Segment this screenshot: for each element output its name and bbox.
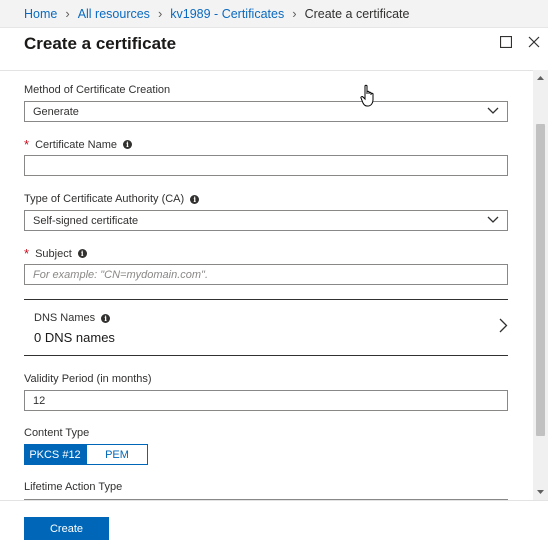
subject-label: * Subject i xyxy=(24,247,87,260)
validity-label: Validity Period (in months) xyxy=(24,373,152,385)
ca-type-dropdown[interactable]: Self-signed certificate xyxy=(24,210,508,231)
info-icon[interactable]: i xyxy=(101,313,111,323)
lifetime-action-label: Lifetime Action Type xyxy=(24,481,123,493)
blade-header: Create a certificate xyxy=(0,28,548,71)
validity-input[interactable]: 12 xyxy=(24,390,508,411)
blade-footer: Create xyxy=(0,500,548,557)
subject-input[interactable]: For example: "CN=mydomain.com". xyxy=(24,264,508,285)
dns-names-label: DNS Names i xyxy=(34,312,111,324)
divider xyxy=(24,355,508,356)
content-type-toggle: PKCS #12 PEM xyxy=(24,444,148,465)
breadcrumb-current: Create a certificate xyxy=(304,6,410,21)
maximize-icon[interactable] xyxy=(496,32,516,52)
content-type-pem[interactable]: PEM xyxy=(86,444,148,465)
scrollbar[interactable] xyxy=(533,70,548,500)
dns-names-count: 0 DNS names xyxy=(34,330,115,345)
required-marker: * xyxy=(24,246,30,261)
create-button[interactable]: Create xyxy=(24,517,109,540)
ca-type-label: Type of Certificate Authority (CA) i xyxy=(24,193,200,205)
chevron-right-icon: › xyxy=(65,6,70,21)
dns-names-row[interactable]: DNS Names i 0 DNS names xyxy=(24,300,508,356)
required-marker: * xyxy=(24,137,30,152)
content-type-label: Content Type xyxy=(24,427,90,439)
subject-placeholder: For example: "CN=mydomain.com". xyxy=(33,268,209,281)
info-icon[interactable]: i xyxy=(77,249,87,258)
breadcrumb-all-resources[interactable]: All resources xyxy=(78,7,150,21)
chevron-right-icon xyxy=(499,318,508,333)
scroll-up-icon[interactable] xyxy=(536,74,545,82)
page-title: Create a certificate xyxy=(24,34,177,53)
hand-cursor-icon xyxy=(360,84,374,107)
method-label: Method of Certificate Creation xyxy=(24,84,171,96)
info-icon[interactable]: i xyxy=(190,194,200,204)
content-type-pkcs12[interactable]: PKCS #12 xyxy=(24,444,86,465)
method-dropdown[interactable]: Generate xyxy=(24,101,508,122)
info-icon[interactable]: i xyxy=(122,140,132,149)
ca-type-value: Self-signed certificate xyxy=(33,214,139,227)
certificate-name-label: * Certificate Name i xyxy=(24,138,132,151)
scroll-down-icon[interactable] xyxy=(536,488,545,496)
chevron-right-icon: › xyxy=(157,6,163,21)
scrollbar-thumb[interactable] xyxy=(536,124,545,436)
breadcrumb-certificates[interactable]: kv1989 - Certificates xyxy=(170,7,284,21)
chevron-down-icon xyxy=(487,216,499,223)
chevron-down-icon xyxy=(487,107,499,114)
certificate-name-input[interactable] xyxy=(24,155,508,176)
chevron-right-icon: › xyxy=(292,6,297,21)
breadcrumb: Home › All resources › kv1989 - Certific… xyxy=(0,0,548,28)
close-icon[interactable] xyxy=(524,32,544,52)
method-value: Generate xyxy=(33,105,79,118)
breadcrumb-home[interactable]: Home xyxy=(24,7,57,21)
